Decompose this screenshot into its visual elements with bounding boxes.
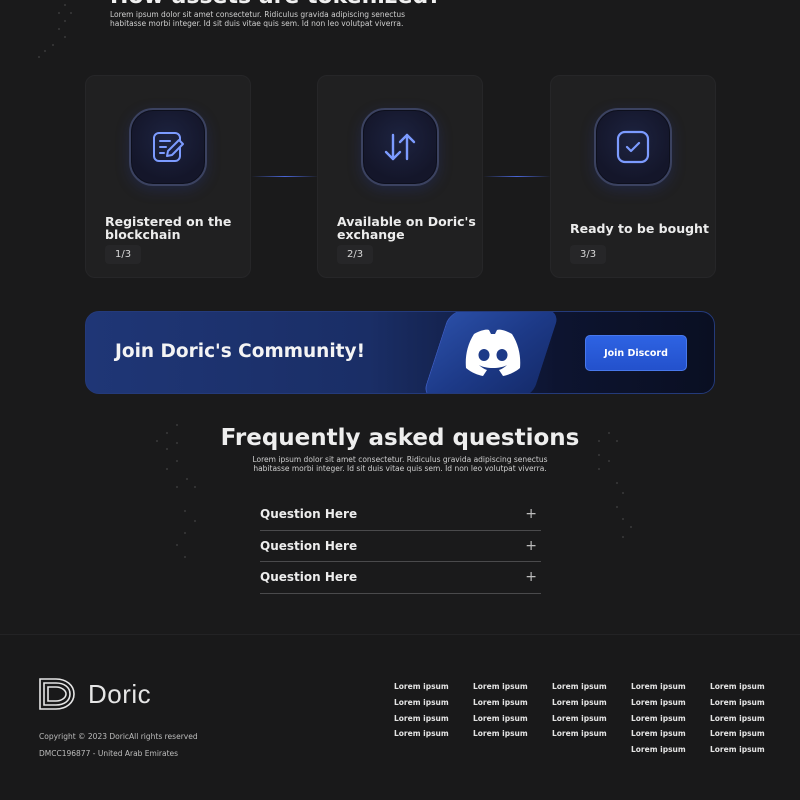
footer-brand[interactable]: Doric [38, 677, 151, 711]
step-label: Ready to be bought [570, 221, 709, 236]
footer-link[interactable]: Lorem ipsum [552, 714, 607, 730]
footer-link[interactable]: Lorem ipsum [631, 729, 686, 745]
step-icon-frame [361, 108, 439, 186]
step-label: Available on Doric's exchange [337, 214, 476, 242]
step-counter-badge: 2/3 [337, 245, 374, 264]
brand-name: Doric [88, 678, 152, 709]
footer-link[interactable]: Lorem ipsum [473, 682, 528, 698]
step-connector [251, 176, 319, 177]
footer-link-column: Lorem ipsum Lorem ipsum Lorem ipsum Lore… [394, 682, 449, 745]
footer-link[interactable]: Lorem ipsum [710, 682, 765, 698]
plus-icon[interactable]: + [525, 506, 541, 522]
step-icon-frame [129, 108, 207, 186]
footer-link[interactable]: Lorem ipsum [710, 729, 765, 745]
footer-link[interactable]: Lorem ipsum [473, 698, 528, 714]
decorative-dots-top-left [30, 0, 80, 65]
footer-link-column: Lorem ipsum Lorem ipsum Lorem ipsum Lore… [631, 682, 686, 761]
step-card-ready: Ready to be bought 3/3 [550, 75, 716, 278]
step-icon-frame [594, 108, 672, 186]
faq-question: Question Here [260, 570, 358, 585]
doric-logo-icon [39, 678, 75, 710]
plus-icon[interactable]: + [525, 538, 541, 554]
footer-link[interactable]: Lorem ipsum [631, 745, 686, 761]
community-banner: Join Doric's Community! Join Discord [85, 311, 715, 394]
step-connector [483, 176, 551, 177]
faq-description: Lorem ipsum dolor sit amet consectetur. … [252, 455, 548, 473]
section-description: Lorem ipsum dolor sit amet consectetur. … [110, 10, 405, 28]
footer-link[interactable]: Lorem ipsum [710, 698, 765, 714]
join-discord-button[interactable]: Join Discord [585, 335, 687, 371]
footer-link[interactable]: Lorem ipsum [394, 714, 449, 730]
exchange-arrows-icon [384, 133, 416, 161]
faq-list: Question Here + Question Here + Question… [260, 499, 541, 594]
footer-link[interactable]: Lorem ipsum [552, 682, 607, 698]
footer-link-column: Lorem ipsum Lorem ipsum Lorem ipsum Lore… [552, 682, 607, 745]
step-counter-badge: 3/3 [570, 245, 607, 264]
footer-link[interactable]: Lorem ipsum [710, 745, 765, 761]
footer-link-column: Lorem ipsum Lorem ipsum Lorem ipsum Lore… [473, 682, 528, 745]
footer-link[interactable]: Lorem ipsum [394, 729, 449, 745]
company-address: DMCC196877 - United Arab Emirates [39, 749, 179, 758]
community-title: Join Doric's Community! [115, 341, 366, 362]
faq-title: Frequently asked questions [220, 425, 580, 451]
step-counter-badge: 1/3 [105, 245, 142, 264]
footer-link[interactable]: Lorem ipsum [473, 714, 528, 730]
step-label: Registered on the blockchain [105, 214, 232, 242]
footer-link[interactable]: Lorem ipsum [710, 714, 765, 730]
footer-link[interactable]: Lorem ipsum [552, 698, 607, 714]
footer-link[interactable]: Lorem ipsum [631, 682, 686, 698]
faq-item[interactable]: Question Here + [260, 499, 541, 531]
faq-item[interactable]: Question Here + [260, 531, 541, 562]
footer-link[interactable]: Lorem ipsum [552, 729, 607, 745]
check-square-icon [616, 130, 650, 164]
faq-item[interactable]: Question Here + [260, 562, 541, 594]
discord-icon [465, 329, 521, 376]
faq-question: Question Here [260, 507, 358, 522]
section-title: How assets are tokenized? [110, 0, 441, 9]
footer-link[interactable]: Lorem ipsum [394, 682, 449, 698]
footer-link[interactable]: Lorem ipsum [394, 698, 449, 714]
step-card-registered: Registered on the blockchain 1/3 [85, 75, 251, 278]
footer-link-column: Lorem ipsum Lorem ipsum Lorem ipsum Lore… [710, 682, 765, 761]
plus-icon[interactable]: + [525, 569, 541, 585]
copyright-text: Copyright © 2023 DoricAll rights reserve… [39, 732, 198, 741]
footer-link[interactable]: Lorem ipsum [631, 714, 686, 730]
footer: Doric Copyright © 2023 DoricAll rights r… [0, 634, 800, 800]
faq-question: Question Here [260, 538, 358, 553]
footer-link[interactable]: Lorem ipsum [473, 729, 528, 745]
step-card-available: Available on Doric's exchange 2/3 [317, 75, 483, 278]
footer-link[interactable]: Lorem ipsum [631, 698, 686, 714]
edit-document-icon [153, 132, 184, 162]
